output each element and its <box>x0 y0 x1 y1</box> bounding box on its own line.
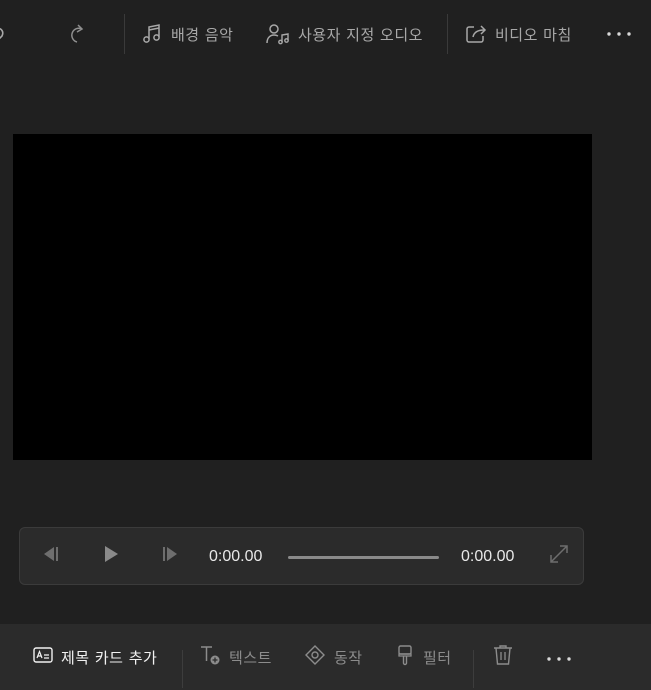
filter-button[interactable]: 필터 <box>395 641 452 673</box>
text-button[interactable]: 텍스트 <box>199 641 272 673</box>
seek-bar[interactable] <box>288 556 439 559</box>
trash-icon <box>493 644 513 670</box>
background-music-label: 배경 음악 <box>171 25 234 44</box>
text-add-icon <box>199 644 221 670</box>
delete-button[interactable] <box>493 641 513 673</box>
bottom-divider <box>473 650 474 688</box>
undo-button[interactable] <box>0 14 8 54</box>
play-icon <box>102 545 120 567</box>
finish-video-button[interactable]: 비디오 마침 <box>465 14 572 54</box>
finish-video-label: 비디오 마침 <box>495 25 572 44</box>
more-icon <box>546 648 574 666</box>
toolbar-divider <box>447 14 448 54</box>
current-time: 0:00.00 <box>209 548 263 565</box>
more-icon <box>606 31 634 37</box>
custom-audio-label: 사용자 지정 오디오 <box>298 25 423 44</box>
title-card-icon <box>33 647 53 667</box>
total-time: 0:00.00 <box>461 548 515 565</box>
add-title-card-label: 제목 카드 추가 <box>61 648 158 667</box>
motion-button[interactable]: 동작 <box>304 641 363 673</box>
expand-icon <box>549 544 569 568</box>
motion-label: 동작 <box>334 648 363 667</box>
share-icon <box>465 23 487 45</box>
person-audio-icon <box>266 23 290 45</box>
fullscreen-button[interactable] <box>547 544 571 568</box>
previous-frame-button[interactable] <box>38 544 62 568</box>
redo-button[interactable] <box>66 14 88 54</box>
music-note-icon <box>141 23 163 45</box>
step-forward-icon <box>161 545 181 567</box>
play-button[interactable] <box>99 544 123 568</box>
more-options-button[interactable] <box>546 641 574 673</box>
next-frame-button[interactable] <box>159 544 183 568</box>
top-toolbar: 배경 음악 사용자 지정 오디오 비디오 마침 <box>0 0 651 68</box>
filter-label: 필터 <box>423 648 452 667</box>
text-label: 텍스트 <box>229 648 272 667</box>
custom-audio-button[interactable]: 사용자 지정 오디오 <box>266 14 423 54</box>
toolbar-divider <box>124 14 125 54</box>
video-preview[interactable] <box>13 134 592 460</box>
more-options-button[interactable] <box>606 14 634 54</box>
add-title-card-button[interactable]: 제목 카드 추가 <box>33 641 157 673</box>
step-back-icon <box>40 545 60 567</box>
undo-icon <box>0 24 8 44</box>
bottom-toolbar: 제목 카드 추가 텍스트 동작 필터 <box>0 624 651 690</box>
background-music-button[interactable]: 배경 음악 <box>141 14 233 54</box>
motion-icon <box>304 644 326 670</box>
bottom-divider <box>182 650 183 688</box>
playback-controls: 0:00.00 0:00.00 <box>19 527 584 585</box>
redo-icon <box>66 23 88 45</box>
brush-icon <box>395 644 415 670</box>
